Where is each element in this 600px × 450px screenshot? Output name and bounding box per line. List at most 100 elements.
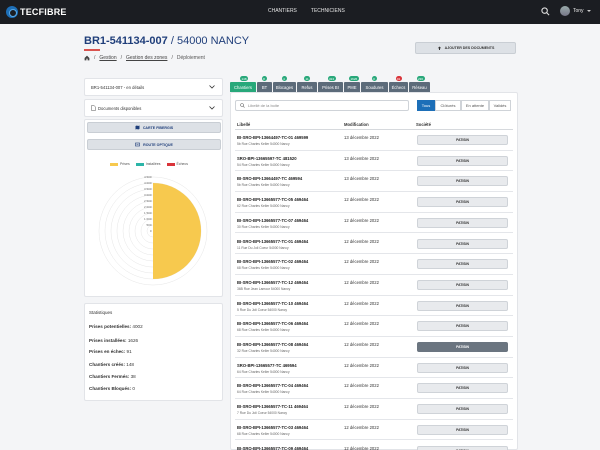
row-company-button[interactable]: PATISIN: [417, 321, 508, 332]
tab-badge: 11: [304, 76, 311, 81]
tab-label: Réseau: [412, 84, 427, 90]
nav-techniciens[interactable]: TECHNICIENS: [311, 8, 345, 14]
row-date: 13 décembre 2022: [344, 176, 379, 182]
row-company-button[interactable]: PATISIN: [417, 362, 508, 373]
carte-fibergis-button[interactable]: CARTE FIBERGIS: [87, 122, 221, 133]
row-company-button[interactable]: PATISIN: [417, 424, 508, 435]
tick-label: 500: [146, 223, 151, 227]
row-address: 68 Rue Charles Keller 54000 Nancy: [237, 266, 290, 271]
user-menu[interactable]: Tony: [560, 6, 591, 16]
legend-item-echecs[interactable]: Échecs: [166, 162, 188, 166]
row-address: 32 Rue Charles Keller 54000 Nancy: [237, 349, 290, 353]
row-company-button[interactable]: PATISIN: [417, 238, 508, 249]
breadcrumb-gestion-zones[interactable]: Gestion des zones: [126, 55, 167, 61]
search-icon[interactable]: [541, 7, 550, 16]
row-address: 36B Rue Jean Lamour 54000 Nancy: [237, 286, 291, 291]
row-company-button[interactable]: PATISIN: [417, 217, 508, 228]
map-icon: [135, 125, 140, 130]
row-company-button[interactable]: PATISIN: [417, 155, 508, 166]
row-company-button[interactable]: PATISIN: [417, 300, 508, 311]
add-documents-button[interactable]: AJOUTER DES DOCUMENTS: [415, 42, 516, 54]
table-row[interactable]: BI-SRO-BPI-13665577-TC-04 469464 64 Rue C…: [235, 378, 513, 400]
row-date: 12 décembre 2022: [344, 300, 379, 306]
route-optique-button[interactable]: ROUTE OPTIQUE: [87, 139, 221, 150]
table-row[interactable]: BI-SRO-BPI-13665577-TC-08 469464 32 Rue C…: [235, 337, 513, 358]
table-row[interactable]: BI-SRO-BPI-13664497-TC 469594 5b Rue Char…: [235, 171, 513, 193]
row-company-button[interactable]: PATISIN: [417, 197, 508, 208]
table-row[interactable]: BI-SRO-BPI-13664497-TC-01 469599 5b Rue C…: [235, 130, 513, 151]
filter-tous[interactable]: Tous: [417, 100, 435, 111]
table-row[interactable]: BI-SRO-BPI-13665577-TC-06 469464 68 Rue C…: [235, 316, 513, 337]
stat-value: 4002: [132, 324, 143, 329]
legend-item-prises[interactable]: Prises: [110, 162, 130, 166]
legend-item-installees[interactable]: Installées: [135, 162, 161, 166]
row-company-button[interactable]: PATISIN: [417, 383, 508, 394]
tab-6[interactable]: PME: [344, 82, 360, 92]
tab-5[interactable]: Prises BI: [318, 82, 343, 92]
search-input[interactable]: Libellé de la boite: [235, 100, 409, 111]
table-row[interactable]: BI-SRO-BPI-13665577-TC-07 469464 30 Rue C…: [235, 213, 513, 234]
stat-label: Chantiers créés:: [89, 362, 126, 367]
table-row[interactable]: BI-SRO-BPI-13665577-TC-05 469464 62 Rue C…: [235, 192, 513, 213]
tab-badge: 148: [240, 76, 249, 81]
row-company-button[interactable]: PATISIN: [417, 404, 508, 415]
table-row[interactable]: SRO-BPI-13665577-TC 469594 64 Rue Charles…: [235, 358, 513, 379]
row-company-button[interactable]: PATISIN: [417, 176, 508, 187]
row-date: 13 décembre 2022: [344, 135, 379, 140]
document-icon: [91, 105, 96, 111]
column-header-societe[interactable]: Société: [416, 122, 431, 127]
row-date: 12 décembre 2022: [344, 279, 379, 285]
table-row[interactable]: BI-SRO-BPI-13665577-TC-10 469464 5 Rue Du…: [235, 296, 513, 317]
documents-select[interactable]: Documents disponibles: [84, 99, 223, 117]
stat-label: Prises potentielles:: [89, 324, 132, 329]
table-row[interactable]: BI-SRO-BPI-13665577-TC-11 469464 7 Rue Du…: [235, 399, 513, 420]
row-company-button[interactable]: PATISIN: [417, 135, 508, 145]
row-date: 12 décembre 2022: [344, 342, 379, 347]
row-company-button[interactable]: PATISIN: [417, 259, 508, 270]
zone-select[interactable]: BR1-541134-007 - en détails: [84, 78, 223, 96]
filter-en-attente[interactable]: En attente: [461, 100, 489, 111]
row-date: 12 décembre 2022: [344, 424, 379, 430]
legend-swatch-prises: [110, 162, 118, 166]
home-icon[interactable]: [84, 55, 90, 61]
top-nav: CHANTIERS TECHNICIENS: [268, 8, 345, 14]
table-row[interactable]: BI-SRO-BPI-13665577-TC-02 469464 68 Rue C…: [235, 254, 513, 275]
row-label: SRO-BPI-13665577-TC 469594: [237, 362, 297, 368]
column-header-modification[interactable]: Modification: [344, 122, 369, 127]
tab-badge: 8: [261, 76, 267, 81]
table-row[interactable]: BI-SRO-BPI-13665577-TC-03 469464 68 Rue C…: [235, 420, 513, 441]
polar-segment-prises[interactable]: [153, 182, 202, 280]
table-row[interactable]: BI-SRO-BPI-13665577-TC-09 46946468 Rue C…: [235, 441, 513, 450]
tick-label: 3 500: [144, 187, 152, 191]
row-address: 64 Rue Charles Keller 54000 Nancy: [237, 369, 290, 374]
row-address: 5b Rue Charles Keller 54000 Nancy: [237, 142, 290, 146]
row-company-button[interactable]: PATISIN: [417, 342, 508, 352]
row-company-button[interactable]: PATISIN: [417, 279, 508, 290]
stat-value: 0: [132, 386, 135, 391]
tab-7[interactable]: Soudures: [361, 82, 388, 92]
stat-value: 1626: [127, 338, 139, 343]
tab-badge: 91: [395, 76, 402, 81]
tab-1[interactable]: Chantiers: [230, 82, 256, 92]
tab-9[interactable]: Réseau: [409, 82, 430, 92]
table-row[interactable]: BI-SRO-BPI-13665577-TC-12 469464 36B Rue …: [235, 275, 513, 296]
row-company-button[interactable]: PATISIN: [417, 445, 508, 450]
row-date: 12 décembre 2022: [344, 404, 379, 410]
tab-2[interactable]: BT: [257, 82, 272, 92]
tab-3[interactable]: Blocages: [273, 82, 296, 92]
row-date: 12 décembre 2022: [344, 217, 379, 223]
legend-label-prises: Prises: [120, 162, 130, 166]
filter-clotures[interactable]: Clôturés: [435, 100, 461, 111]
tab-label: PME: [347, 84, 357, 90]
filter-valides[interactable]: Validés: [489, 100, 511, 111]
tick-label: 3 000: [144, 193, 152, 197]
tab-8[interactable]: Échecs: [389, 82, 408, 92]
table-row[interactable]: BI-SRO-BPI-13665577-TC-01 469464 11 Rue D…: [235, 234, 513, 255]
breadcrumb-gestion[interactable]: Gestion: [99, 55, 116, 61]
app-logo[interactable]: TECFIBRE: [6, 5, 67, 19]
row-label: BI-SRO-BPI-13665577-TC-04 469464: [237, 383, 309, 389]
column-header-libelle[interactable]: Libellé: [237, 122, 250, 127]
table-row[interactable]: SRO-BPI-13665597-TC 481520 54 Rue Charles…: [235, 151, 513, 172]
tab-4[interactable]: Refus: [297, 82, 317, 92]
nav-chantiers[interactable]: CHANTIERS: [268, 8, 297, 14]
